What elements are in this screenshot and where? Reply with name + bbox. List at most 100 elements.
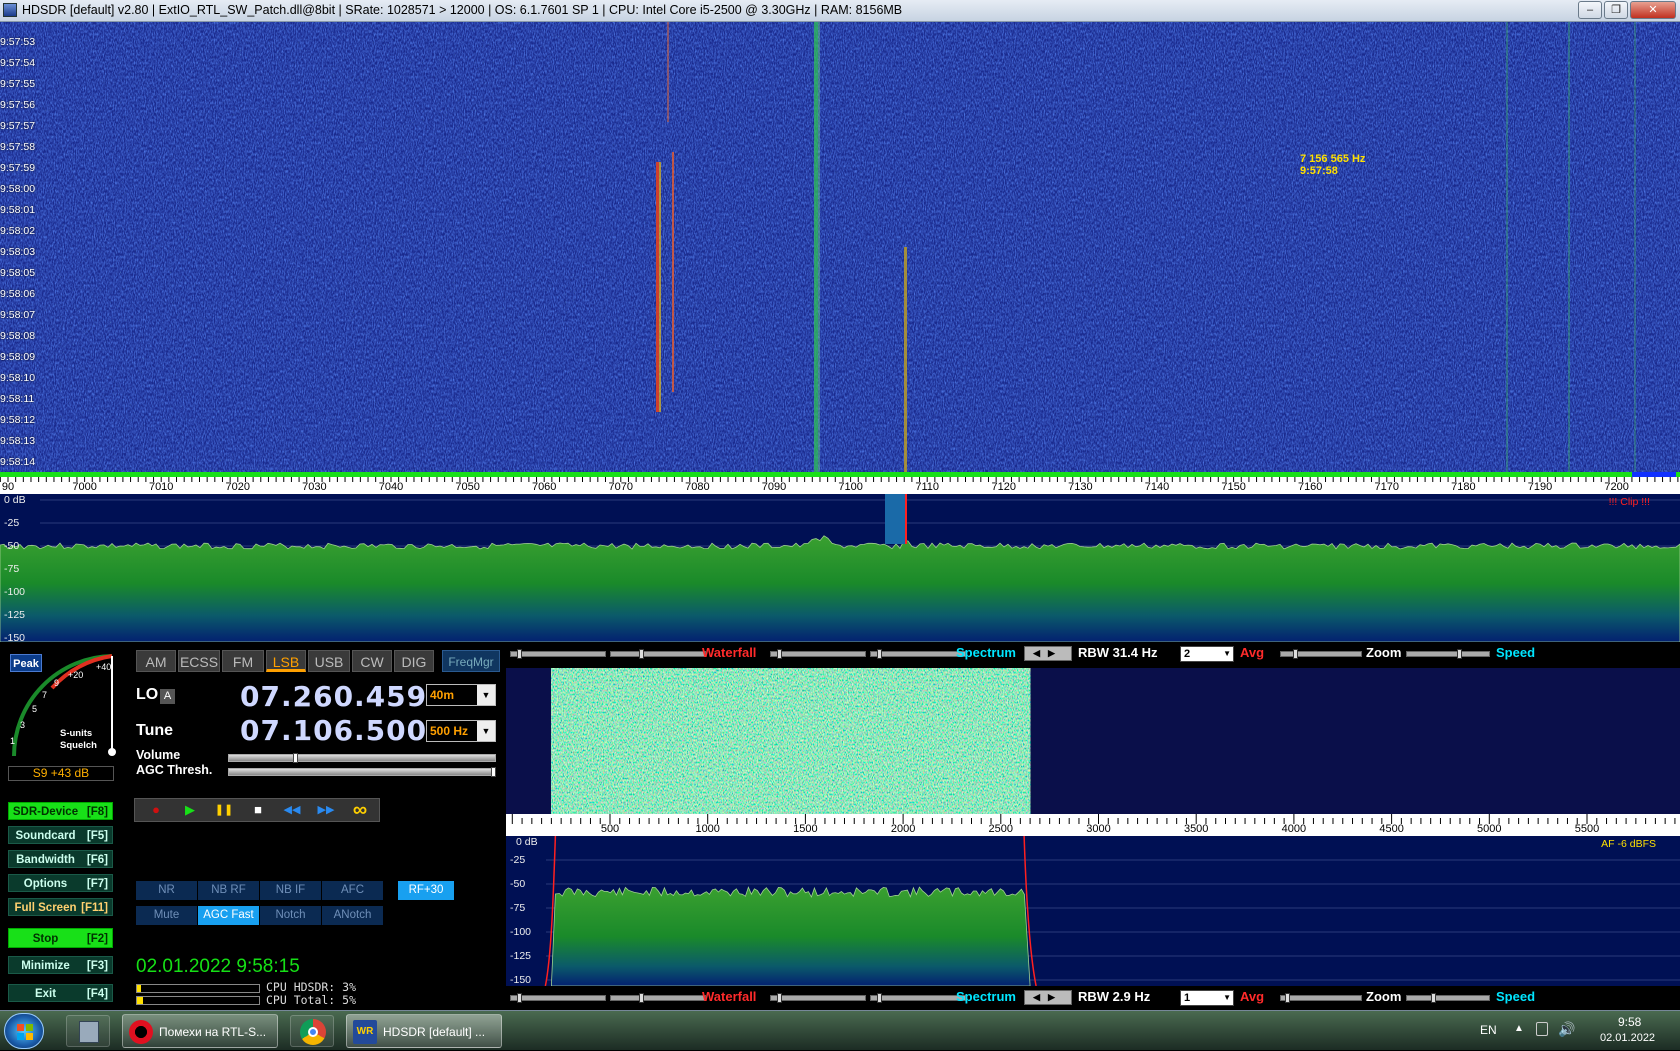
mode-lsb[interactable]: LSB xyxy=(266,650,306,672)
pause-button[interactable]: ❚❚ xyxy=(211,801,237,819)
waterfall-slider-2[interactable] xyxy=(610,649,706,659)
minimize-window-button[interactable]: – xyxy=(1578,1,1602,19)
step-select[interactable]: 500 Hz ▼ xyxy=(426,720,496,742)
nb-if-button[interactable]: NB IF xyxy=(260,881,321,900)
speed-slider-top[interactable] xyxy=(1406,649,1490,659)
tray-expand-icon[interactable]: ▲ xyxy=(1514,1023,1524,1034)
rf-spectrum[interactable]: 0 dB -25 -50 -75 -100 -125 -150 !!! Clip !!! xyxy=(0,494,1680,642)
play-button[interactable]: ▶ xyxy=(177,801,203,819)
record-button[interactable]: ● xyxy=(143,801,169,819)
chrome-taskbar-icon[interactable] xyxy=(290,1015,334,1047)
tune-frequency[interactable]: 07.106.500 xyxy=(240,714,427,747)
spectrum-slider-4[interactable] xyxy=(870,993,966,1003)
time-label: 9:58:05 xyxy=(0,267,36,279)
opera-taskbar-button[interactable]: Помехи на RTL-S... xyxy=(122,1014,278,1048)
scale-label: 3000 xyxy=(1086,823,1111,835)
carrier-trace xyxy=(814,22,818,472)
db-label: -25 xyxy=(510,854,526,866)
afc-button[interactable]: AFC xyxy=(322,881,383,900)
db-label: -50 xyxy=(4,540,20,552)
freqmgr-button[interactable]: FreqMgr xyxy=(442,650,500,672)
mute-button[interactable]: Mute xyxy=(136,906,197,925)
system-tray: EN ▲ 🔊 9:58 02.01.2022 xyxy=(1480,1011,1680,1051)
speed-slider-bottom[interactable] xyxy=(1406,993,1490,1003)
sdr-device-button[interactable]: SDR-Device [F8] xyxy=(8,802,113,820)
loop-button[interactable]: ∞ xyxy=(347,800,373,820)
mode-cw[interactable]: CW xyxy=(352,650,392,672)
rf-waterfall[interactable]: 9:57:53 9:57:54 9:57:55 9:57:56 9:57:57 9:57:… xyxy=(0,22,1680,472)
nb-rf-button[interactable]: NB RF xyxy=(198,881,259,900)
af-frequency-scale[interactable]: 500 1000 1500 2000 2500 3000 3500 4000 4500 5000 5… xyxy=(506,814,1680,836)
anotch-button[interactable]: ANotch xyxy=(322,906,383,925)
volume-thumb[interactable] xyxy=(293,753,298,763)
start-button[interactable] xyxy=(4,1013,44,1049)
clip-indicator: !!! Clip !!! xyxy=(1608,496,1650,508)
scale-label: 5500 xyxy=(1574,823,1600,835)
waterfall-slider-1[interactable] xyxy=(510,649,606,659)
mode-ecss[interactable]: ECSS xyxy=(178,650,220,672)
scale-label: 7130 xyxy=(1068,481,1093,493)
s-scale-9: 9 xyxy=(54,678,60,688)
mode-dig[interactable]: DIG xyxy=(394,650,434,672)
title-bar: HDSDR [default] v2.80 | ExtIO_RTL_SW_Pat… xyxy=(0,0,1680,22)
s-scale-1: 1 xyxy=(10,736,16,746)
db-label: -75 xyxy=(4,563,20,575)
zoom-slider-bottom[interactable] xyxy=(1280,993,1362,1003)
avg-select-bottom[interactable]: 1 ▼ xyxy=(1180,990,1234,1006)
af-spectrum-graph xyxy=(544,836,1680,986)
speed-label-top: Speed xyxy=(1496,645,1536,660)
sdr-device-label: SDR-Device xyxy=(12,806,79,818)
db-label: -75 xyxy=(510,902,526,914)
rf-frequency-scale[interactable]: 90 7000 7010 7020 7030 7040 7050 7060 7070 7080 70… xyxy=(0,472,1680,494)
maximize-window-button[interactable]: ❐ xyxy=(1604,1,1628,19)
minimize-button[interactable]: Minimize [F3] xyxy=(8,956,113,974)
mode-usb[interactable]: USB xyxy=(308,650,350,672)
notch-button[interactable]: Notch xyxy=(260,906,321,925)
peak-button[interactable]: Peak xyxy=(10,654,42,672)
flag-icon[interactable] xyxy=(1536,1022,1548,1036)
spectrum-arrows-bottom[interactable]: ◀▶ xyxy=(1024,990,1072,1005)
af-waterfall[interactable] xyxy=(506,668,1680,814)
agc-fast-button[interactable]: AGC Fast xyxy=(198,906,259,925)
af-spectrum[interactable]: -25 -50 -75 -100 -125 -150 0 dB AF -6 dBFS xyxy=(506,836,1680,986)
soundcard-button[interactable]: Soundcard [F5] xyxy=(8,826,113,844)
options-button[interactable]: Options [F7] xyxy=(8,874,113,892)
volume-icon[interactable]: 🔊 xyxy=(1558,1021,1575,1038)
cursor-time: 9:57:58 xyxy=(1300,165,1338,177)
exit-button[interactable]: Exit [F4] xyxy=(8,984,113,1002)
waterfall-slider-4[interactable] xyxy=(610,993,706,1003)
scale-label: 7180 xyxy=(1451,481,1476,493)
mode-fm[interactable]: FM xyxy=(222,650,264,672)
calculator-taskbar-icon[interactable] xyxy=(66,1015,110,1047)
avg-select-top[interactable]: 2 ▼ xyxy=(1180,646,1234,662)
stop-playback-button[interactable]: ■ xyxy=(245,801,271,819)
volume-slider[interactable] xyxy=(228,753,496,763)
language-indicator[interactable]: EN xyxy=(1480,1023,1497,1037)
scale-label: 7140 xyxy=(1144,481,1170,493)
fast-forward-button[interactable]: ▶▶ xyxy=(313,801,339,819)
rewind-button[interactable]: ◀◀ xyxy=(279,801,305,819)
waterfall-slider-3[interactable] xyxy=(510,993,606,1003)
lo-frequency[interactable]: 07.260.459 xyxy=(240,680,427,713)
transport-bar: ● ▶ ❚❚ ■ ◀◀ ▶▶ ∞ xyxy=(134,798,380,822)
spectrum-slider-1[interactable] xyxy=(770,649,866,659)
spectrum-arrows-top[interactable]: ◀▶ xyxy=(1024,646,1072,661)
band-select[interactable]: 40m ▼ xyxy=(426,684,496,706)
spectrum-slider-2[interactable] xyxy=(870,649,966,659)
mode-am[interactable]: AM xyxy=(136,650,176,672)
s-meter[interactable]: Peak 1 3 5 7 9 +20 +40 S-units Squelch xyxy=(4,648,122,762)
nr-button[interactable]: NR xyxy=(136,881,197,900)
stop-button[interactable]: Stop [F2] xyxy=(8,928,113,948)
spectrum-slider-3[interactable] xyxy=(770,993,866,1003)
agc-thresh-thumb[interactable] xyxy=(491,767,496,777)
full-screen-button[interactable]: Full Screen [F11] xyxy=(8,898,113,916)
hdsdr-taskbar-button[interactable]: WR HDSDR [default] ... xyxy=(346,1014,502,1048)
rf30-button[interactable]: RF+30 xyxy=(398,881,454,900)
lo-badge[interactable]: A xyxy=(160,689,175,704)
zoom-slider-top[interactable] xyxy=(1280,649,1362,659)
close-window-button[interactable]: ✕ xyxy=(1630,1,1676,19)
clock-time[interactable]: 9:58 xyxy=(1618,1015,1641,1029)
agc-thresh-slider[interactable] xyxy=(228,767,496,777)
bandwidth-button[interactable]: Bandwidth [F6] xyxy=(8,850,113,868)
clock-date[interactable]: 02.01.2022 xyxy=(1600,1032,1655,1044)
